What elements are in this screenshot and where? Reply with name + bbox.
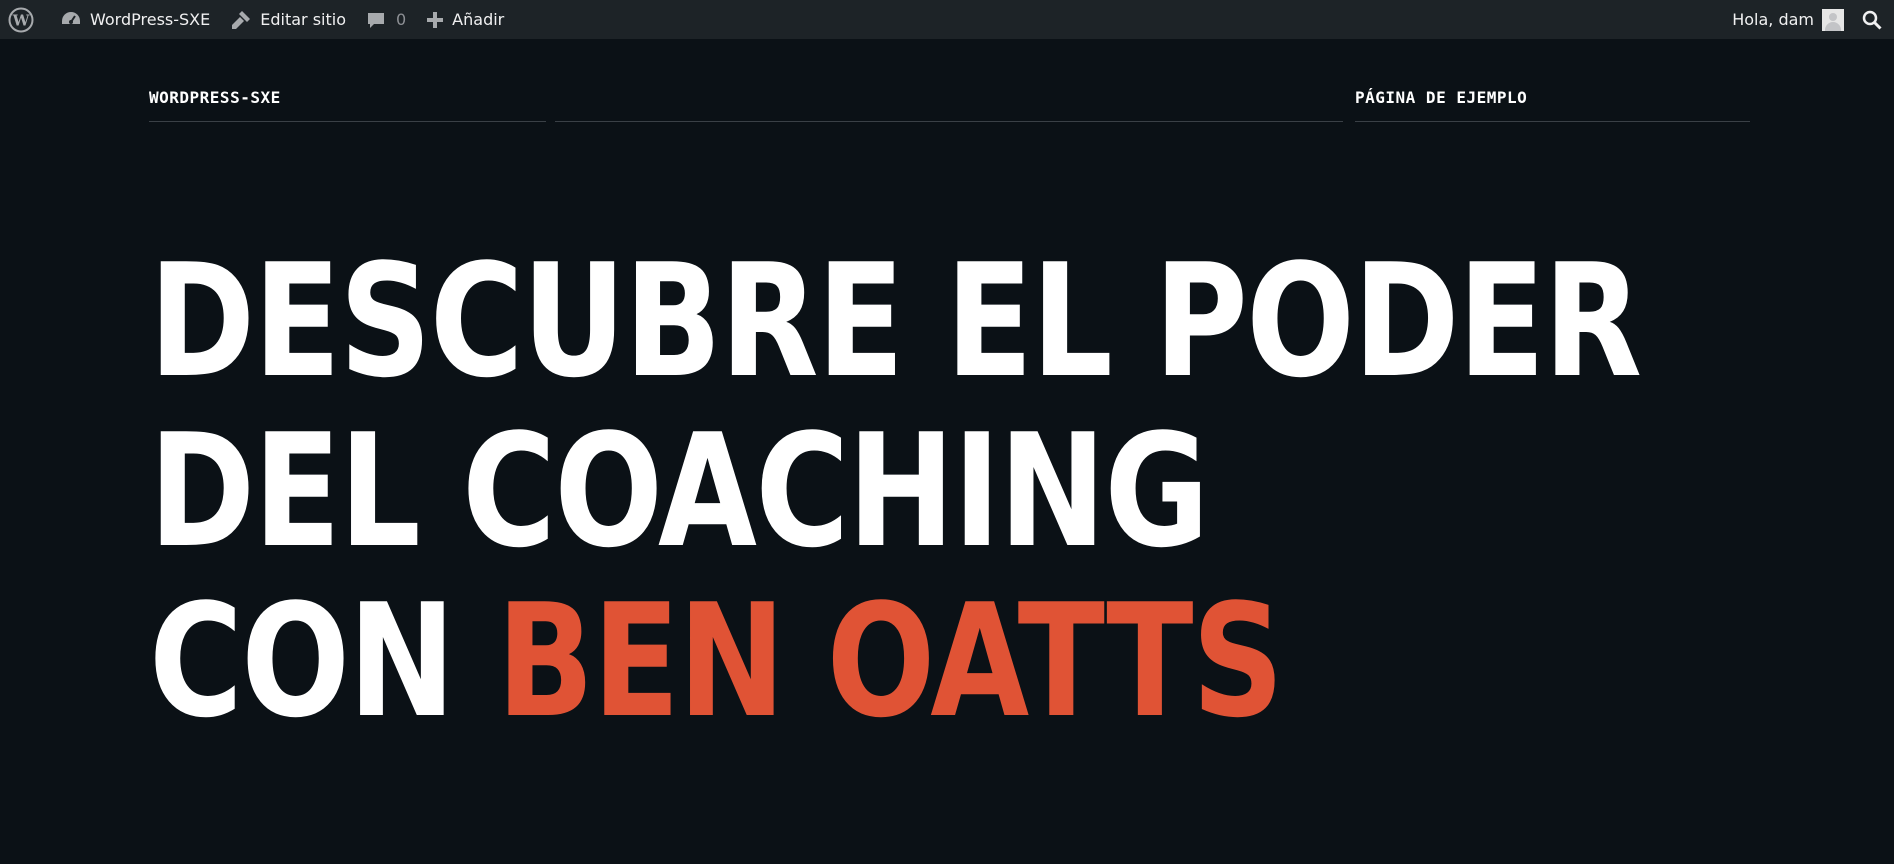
edit-site-button[interactable]: Editar sitio	[220, 0, 356, 39]
site-name-menu[interactable]: WordPress-SXE	[44, 0, 220, 39]
plus-icon	[427, 11, 444, 28]
site-name-label: WordPress-SXE	[90, 10, 211, 29]
comments-count: 0	[395, 10, 407, 29]
wordpress-logo-icon: W	[8, 7, 34, 32]
hero-line-3: CON BEN OATTS	[149, 576, 1379, 746]
site-header: WORDPRESS-SXE PÁGINA DE EJEMPLO	[149, 88, 1750, 122]
brush-icon	[232, 10, 251, 29]
comment-icon	[367, 12, 384, 28]
search-button[interactable]	[1852, 0, 1894, 39]
header-spacer	[555, 88, 1343, 122]
comments-button[interactable]: 0	[356, 0, 416, 39]
search-icon	[1862, 10, 1882, 30]
add-new-label: Añadir	[452, 10, 505, 29]
admin-bar: W WordPress-SXE Editar sitio 0 Añadir Ho…	[0, 0, 1894, 39]
hero-line-3-prefix: CON	[149, 570, 497, 752]
svg-text:W: W	[12, 11, 31, 29]
hero-heading: DESCUBRE EL PODER DEL COACHING CON BEN O…	[149, 230, 1642, 746]
avatar	[1822, 8, 1844, 31]
add-new-button[interactable]: Añadir	[416, 0, 514, 39]
site-title[interactable]: WORDPRESS-SXE	[149, 88, 546, 122]
hero-line-1: DESCUBRE EL PODER	[149, 230, 1642, 412]
edit-site-label: Editar sitio	[260, 10, 346, 29]
hero-accent-name: BEN OATTS	[496, 570, 1284, 752]
nav-link-sample-page[interactable]: PÁGINA DE EJEMPLO	[1355, 88, 1750, 122]
hero-line-2: DEL COACHING	[149, 400, 1209, 582]
dashboard-icon	[62, 11, 80, 24]
greeting-label: Hola, dam	[1732, 10, 1814, 29]
wordpress-logo-button[interactable]: W	[0, 0, 44, 39]
user-account-menu[interactable]: Hola, dam	[1722, 0, 1852, 39]
